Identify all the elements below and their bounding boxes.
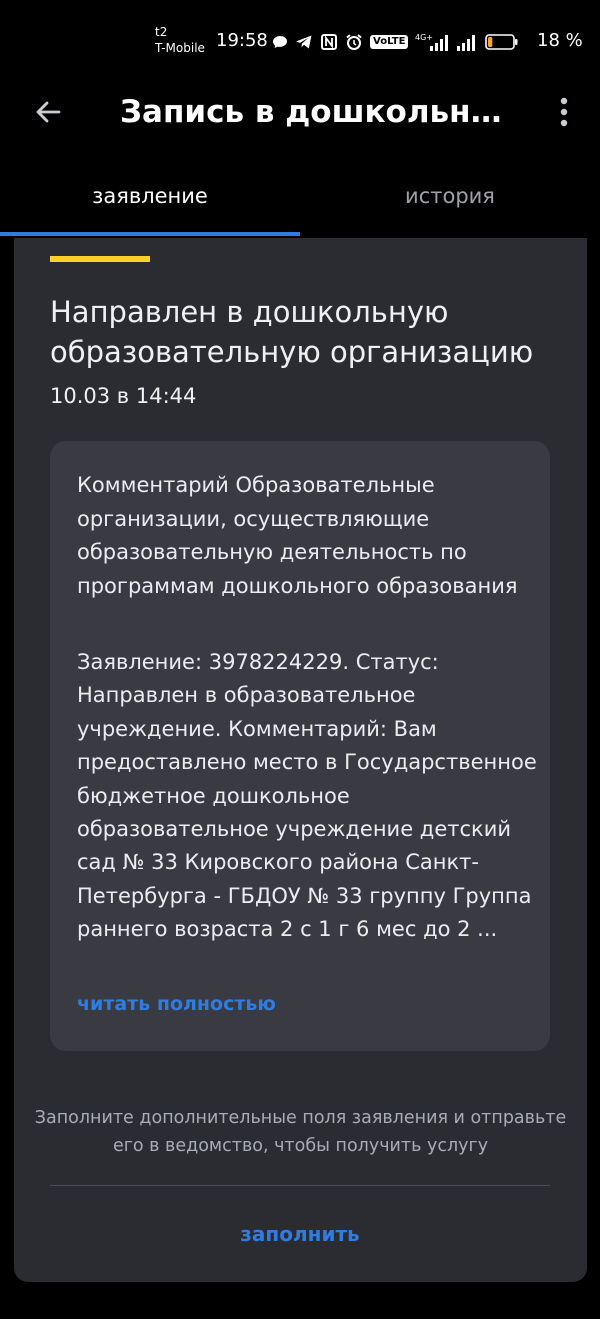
signal-icon — [457, 35, 476, 51]
arrow-left-icon — [36, 101, 61, 123]
comment-heading: Комментарий Образовательные организации,… — [77, 473, 518, 598]
tab-history[interactable]: история — [300, 168, 600, 238]
carrier-bottom: T-Mobile — [155, 41, 205, 55]
battery-fill — [488, 37, 493, 47]
alarm-icon — [346, 34, 362, 50]
battery-icon — [485, 34, 518, 50]
carrier-top: t2 — [155, 25, 168, 39]
tab-indicator — [0, 232, 300, 236]
screen: t2 T-Mobile 19:58 VoLTE 4G+ 18 % Запись … — [0, 0, 600, 1319]
more-options-button[interactable] — [546, 90, 582, 134]
back-button[interactable] — [26, 90, 70, 134]
tab-bar: заявление история — [0, 168, 600, 238]
nfc-icon — [321, 34, 337, 50]
fill-hint: Заполните дополнительные поля заявления … — [34, 1108, 567, 1156]
read-more-link[interactable]: читать полностью — [77, 993, 276, 1015]
status-title: Направлен в дошкольную образовательную о… — [50, 295, 534, 369]
tab-application[interactable]: заявление — [0, 168, 300, 238]
status-time: 19:58 — [216, 30, 268, 51]
comment-body: Заявление: 3978224229. Статус: Направлен… — [77, 650, 537, 942]
status-icons: VoLTE 4G+ — [272, 30, 519, 54]
page-title: Запись в дошкольную образовательную орга… — [120, 94, 520, 130]
more-vertical-icon — [560, 97, 568, 127]
svg-text:4G+: 4G+ — [415, 33, 433, 42]
chat-bubble-icon — [273, 36, 287, 48]
status-card: Направлен в дошкольную образовательную о… — [14, 238, 587, 1282]
app-bar: Запись в дошкольную образовательную орга… — [0, 80, 600, 144]
fill-button[interactable]: заполнить — [200, 1216, 400, 1252]
signal-4g-icon: 4G+ — [415, 33, 449, 51]
comment-box: Комментарий Образовательные организации,… — [50, 441, 550, 1051]
status-accent-bar — [50, 256, 150, 262]
divider — [50, 1185, 550, 1186]
status-date: 10.03 в 14:44 — [50, 384, 197, 408]
status-bar: t2 T-Mobile 19:58 VoLTE 4G+ 18 % — [0, 0, 600, 80]
telegram-icon — [296, 35, 312, 49]
volte-badge: VoLTE — [370, 35, 409, 49]
carrier-label: t2 T-Mobile — [155, 24, 205, 56]
battery-percent: 18 % — [537, 30, 583, 51]
